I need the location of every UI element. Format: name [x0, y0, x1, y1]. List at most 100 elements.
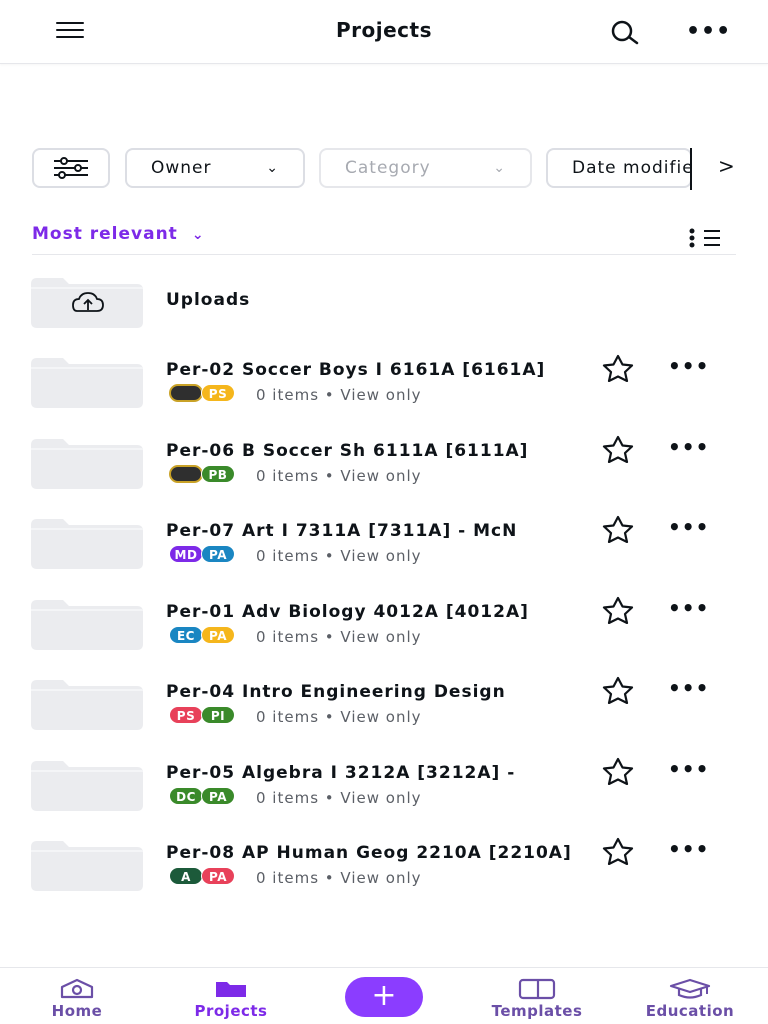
- bottom-nav: Home Projects + Templates Education: [0, 967, 768, 1024]
- more-options-icon[interactable]: •••: [668, 596, 709, 620]
- search-icon[interactable]: [607, 18, 643, 48]
- folder-row[interactable]: Per-05 Algebra I 3212A [3212A] - DC PA 0 it…: [0, 757, 768, 821]
- avatar: PS: [169, 706, 203, 724]
- folder-icon: [31, 761, 143, 811]
- folder-name: Per-02 Soccer Boys I 6161A [6161A]: [166, 360, 546, 380]
- date-filter-label: Date modified: [572, 158, 690, 178]
- star-icon[interactable]: [598, 435, 638, 464]
- folder-icon: [31, 841, 143, 891]
- chevron-down-icon: ⌄: [493, 160, 506, 176]
- more-options-icon[interactable]: •••: [686, 21, 730, 43]
- folder-row[interactable]: Per-02 Soccer Boys I 6161A [6161A] PS 0 it…: [0, 354, 768, 418]
- avatar: PA: [201, 867, 235, 885]
- collaborator-avatars: EC PA: [169, 626, 239, 646]
- avatar: [169, 384, 203, 402]
- folder-name: Per-06 B Soccer Sh 6111A [6111A]: [166, 441, 529, 461]
- folder-row[interactable]: Per-06 B Soccer Sh 6111A [6111A] PB 0 item…: [0, 435, 768, 499]
- list-view-icon[interactable]: [688, 228, 722, 248]
- folder-name: Per-08 AP Human Geog 2210A [2210A]: [166, 843, 572, 863]
- more-options-icon[interactable]: •••: [668, 435, 709, 459]
- star-icon[interactable]: [598, 837, 638, 866]
- folder-row[interactable]: Per-04 Intro Engineering Design PS PI 0 ite…: [0, 676, 768, 740]
- star-icon[interactable]: [598, 596, 638, 625]
- category-filter-dropdown[interactable]: Category ⌄: [319, 148, 532, 188]
- folder-meta: 0 items • View only: [256, 708, 422, 726]
- filter-scroll-edge: [690, 148, 692, 190]
- nav-projects-label: Projects: [194, 1002, 268, 1020]
- upload-folder-icon: [31, 278, 143, 328]
- date-modified-filter-dropdown[interactable]: Date modified: [546, 148, 692, 188]
- star-icon[interactable]: [598, 515, 638, 544]
- avatar: [169, 465, 203, 483]
- collaborator-avatars: PS PI: [169, 706, 239, 726]
- avatar: PA: [201, 787, 235, 805]
- owner-filter-label: Owner: [151, 158, 212, 178]
- nav-education[interactable]: Education: [630, 978, 750, 1020]
- more-options-icon[interactable]: •••: [668, 515, 709, 539]
- avatar: PB: [201, 465, 235, 483]
- page-title: Projects: [335, 18, 432, 42]
- top-bar: Projects •••: [0, 0, 768, 64]
- avatar: A: [169, 867, 203, 885]
- folder-icon: [31, 358, 143, 408]
- folder-meta: 0 items • View only: [256, 547, 422, 565]
- templates-icon: [518, 978, 556, 1000]
- star-icon[interactable]: [598, 676, 638, 705]
- sort-label: Most relevant: [32, 224, 178, 244]
- category-filter-label: Category: [345, 158, 431, 178]
- folder-row[interactable]: Per-07 Art I 7311A [7311A] - McN MD PA 0 it…: [0, 515, 768, 579]
- folder-row[interactable]: Per-01 Adv Biology 4012A [4012A] EC PA 0 it…: [0, 596, 768, 660]
- create-button[interactable]: +: [345, 977, 423, 1017]
- star-icon[interactable]: [598, 757, 638, 786]
- more-options-icon[interactable]: •••: [668, 837, 709, 861]
- scroll-right-icon[interactable]: >: [718, 154, 735, 178]
- home-icon: [60, 978, 94, 999]
- folder-meta: 0 items • View only: [256, 869, 422, 887]
- chevron-down-icon: ⌄: [266, 160, 279, 176]
- nav-templates-label: Templates: [491, 1002, 583, 1020]
- folder-name: Per-04 Intro Engineering Design: [166, 682, 506, 702]
- avatar: DC: [169, 787, 203, 805]
- folder-meta: 0 items • View only: [256, 386, 422, 404]
- folder-name: Per-07 Art I 7311A [7311A] - McN: [166, 521, 518, 541]
- nav-home-label: Home: [51, 1002, 103, 1020]
- collaborator-avatars: PB: [169, 465, 239, 485]
- uploads-label: Uploads: [166, 290, 251, 310]
- folder-icon: [31, 439, 143, 489]
- nav-templates[interactable]: Templates: [477, 978, 597, 1020]
- folder-icon: [31, 519, 143, 569]
- more-options-icon[interactable]: •••: [668, 676, 709, 700]
- star-icon[interactable]: [598, 354, 638, 383]
- more-options-icon[interactable]: •••: [668, 354, 709, 378]
- sliders-icon: [54, 157, 88, 179]
- collaborator-avatars: A PA: [169, 867, 239, 887]
- nav-projects[interactable]: Projects: [171, 978, 291, 1020]
- avatar: PA: [201, 545, 235, 563]
- uploads-folder-row[interactable]: Uploads: [0, 278, 768, 338]
- divider: [32, 254, 736, 255]
- nav-home[interactable]: Home: [17, 978, 137, 1020]
- folder-meta: 0 items • View only: [256, 628, 422, 646]
- collaborator-avatars: MD PA: [169, 545, 239, 565]
- avatar: MD: [169, 545, 203, 563]
- folder-row[interactable]: Per-08 AP Human Geog 2210A [2210A] A PA 0 i…: [0, 837, 768, 901]
- folder-name: Per-01 Adv Biology 4012A [4012A]: [166, 602, 529, 622]
- folder-meta: 0 items • View only: [256, 789, 422, 807]
- more-options-icon[interactable]: •••: [668, 757, 709, 781]
- collaborator-avatars: PS: [169, 384, 239, 404]
- collaborator-avatars: DC PA: [169, 787, 239, 807]
- graduation-cap-icon: [669, 978, 711, 999]
- avatar: PA: [201, 626, 235, 644]
- owner-filter-dropdown[interactable]: Owner ⌄: [125, 148, 305, 188]
- filter-settings-button[interactable]: [32, 148, 110, 188]
- folder-name: Per-05 Algebra I 3212A [3212A] -: [166, 763, 516, 783]
- folder-icon: [31, 680, 143, 730]
- avatar: PS: [201, 384, 235, 402]
- avatar: EC: [169, 626, 203, 644]
- chevron-down-icon: ⌄: [191, 227, 205, 243]
- folder-icon: [31, 600, 143, 650]
- sort-dropdown[interactable]: Most relevant ⌄: [32, 224, 205, 244]
- folder-meta: 0 items • View only: [256, 467, 422, 485]
- filter-bar: Owner ⌄ Category ⌄ Date modified >: [0, 148, 768, 190]
- nav-education-label: Education: [645, 1002, 735, 1020]
